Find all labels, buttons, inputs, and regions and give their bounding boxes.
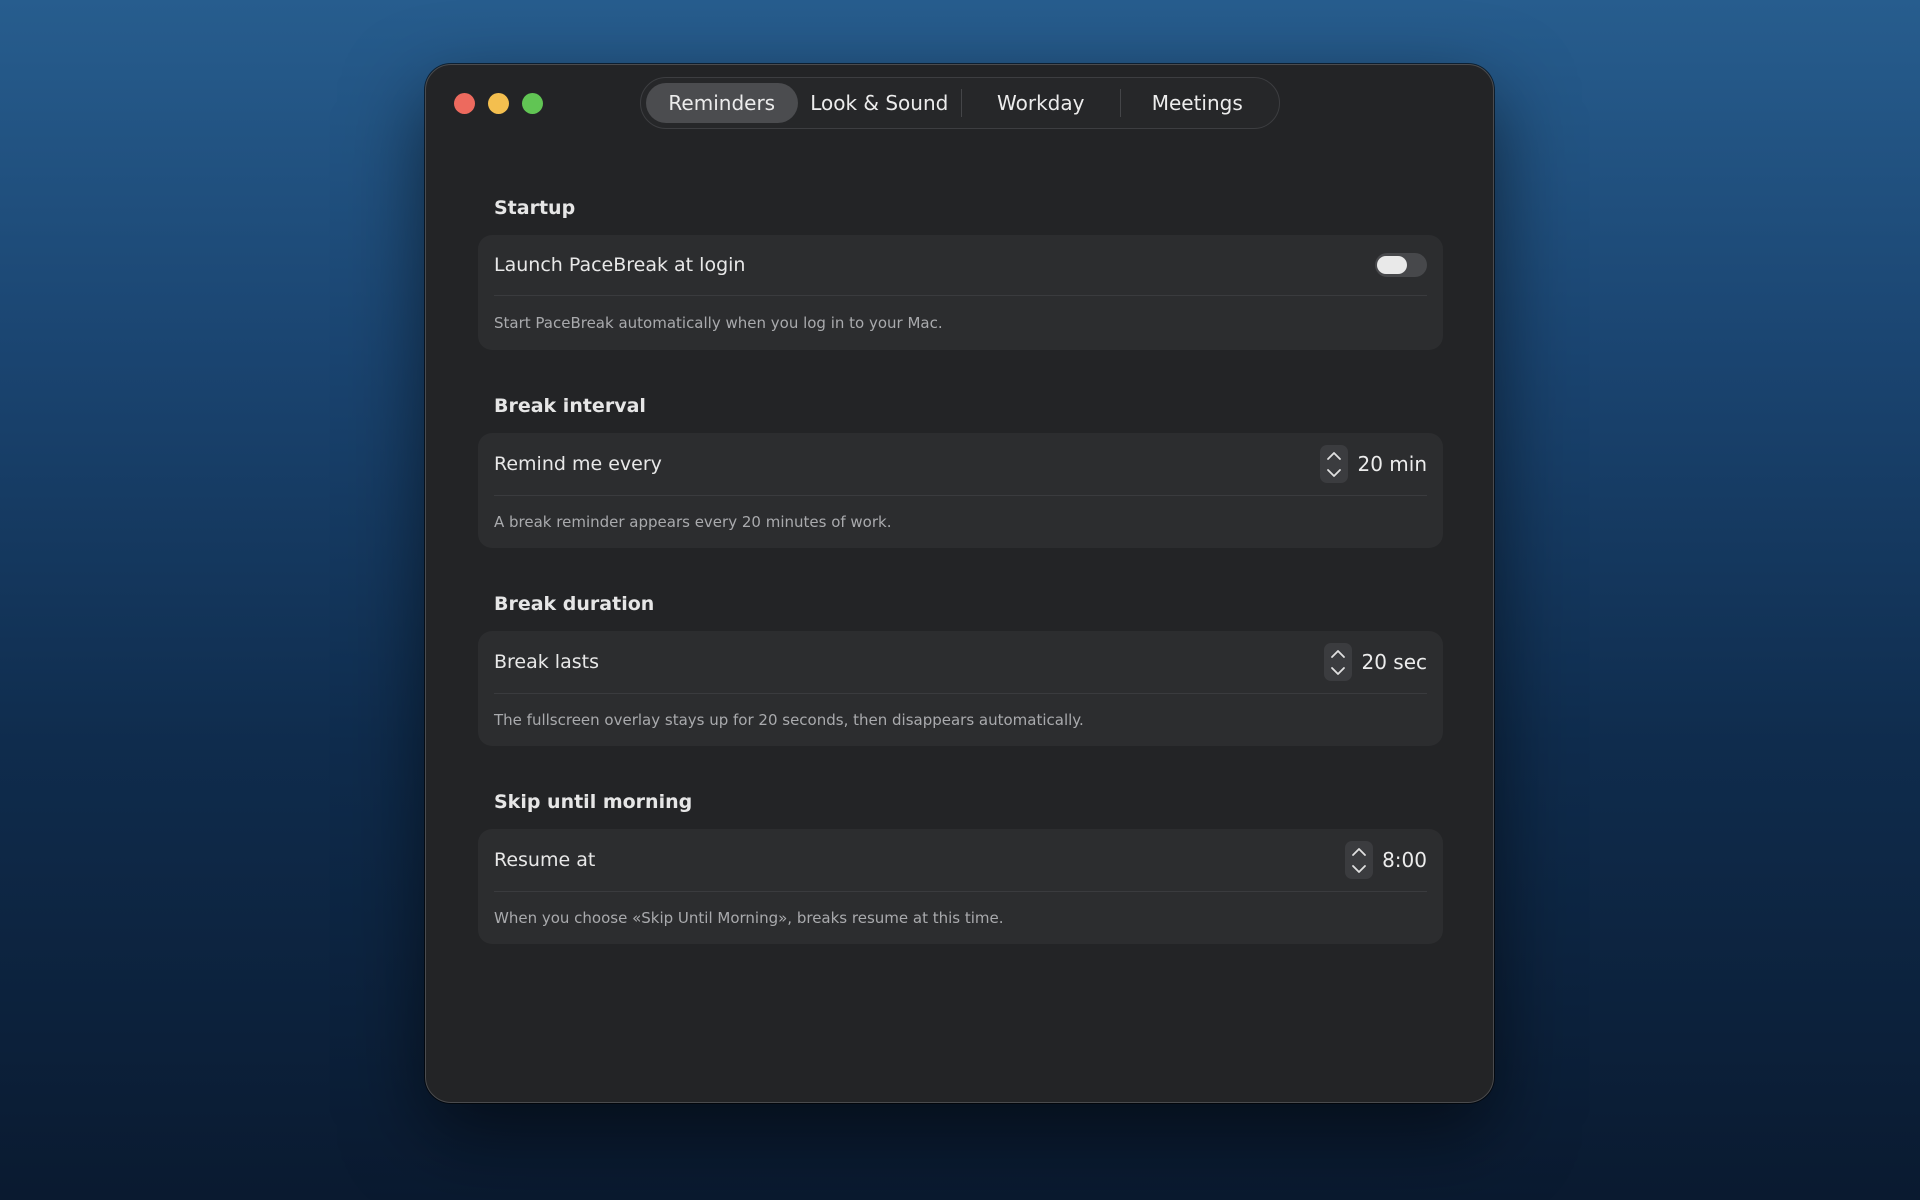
chevron-down-icon (1327, 468, 1342, 477)
duration-decrement-button[interactable] (1324, 662, 1352, 679)
settings-content: Startup Launch PaceBreak at login Start … (478, 193, 1443, 985)
chevron-down-icon (1331, 666, 1346, 675)
minimize-window-button[interactable] (488, 93, 509, 114)
tab-reminders[interactable]: Reminders (646, 83, 798, 123)
chevron-up-icon (1327, 451, 1342, 460)
row-launch-at-login: Launch PaceBreak at login (494, 235, 1427, 296)
resume-increment-button[interactable] (1345, 843, 1373, 860)
chevron-up-icon (1331, 649, 1346, 658)
card-skip-until-morning: Resume at 8:00 When you choose «Skip Unt… (478, 829, 1443, 944)
section-title-startup: Startup (494, 197, 576, 219)
launch-at-login-label: Launch PaceBreak at login (494, 254, 746, 276)
card-startup: Launch PaceBreak at login Start PaceBrea… (478, 235, 1443, 350)
resume-stepper-group: 8:00 (1345, 841, 1427, 879)
duration-value: 20 sec (1361, 650, 1427, 674)
startup-description: Start PaceBreak automatically when you l… (494, 314, 943, 332)
tab-look-and-sound[interactable]: Look & Sound (798, 83, 961, 123)
remind-every-label: Remind me every (494, 453, 662, 475)
break-lasts-label: Break lasts (494, 651, 599, 673)
toggle-knob (1377, 256, 1407, 274)
section-title-break-interval: Break interval (494, 395, 646, 417)
section-title-skip-until-morning: Skip until morning (494, 791, 693, 813)
tab-meetings[interactable]: Meetings (1121, 83, 1275, 123)
interval-stepper-group: 20 min (1320, 445, 1427, 483)
zoom-window-button[interactable] (522, 93, 543, 114)
tab-workday[interactable]: Workday (962, 83, 1120, 123)
interval-description: A break reminder appears every 20 minute… (494, 513, 892, 531)
resume-at-label: Resume at (494, 849, 596, 871)
section-break-interval: Break interval Remind me every 20 min A … (478, 391, 1443, 548)
card-break-interval: Remind me every 20 min A break reminder … (478, 433, 1443, 548)
interval-decrement-button[interactable] (1320, 464, 1348, 481)
launch-at-login-toggle[interactable] (1375, 253, 1427, 277)
duration-stepper-group: 20 sec (1324, 643, 1427, 681)
settings-window: Reminders Look & Sound Workday Meetings … (425, 64, 1494, 1103)
interval-stepper[interactable] (1320, 445, 1349, 483)
resume-time-value: 8:00 (1382, 848, 1427, 872)
resume-decrement-button[interactable] (1345, 860, 1373, 877)
row-remind-every: Remind me every 20 min (494, 433, 1427, 496)
interval-value: 20 min (1357, 452, 1427, 476)
close-window-button[interactable] (454, 93, 475, 114)
duration-stepper[interactable] (1324, 643, 1353, 681)
card-break-duration: Break lasts 20 sec The fullscreen overla… (478, 631, 1443, 746)
section-skip-until-morning: Skip until morning Resume at 8:00 When y… (478, 787, 1443, 944)
chevron-down-icon (1352, 864, 1366, 873)
row-break-lasts: Break lasts 20 sec (494, 631, 1427, 694)
interval-increment-button[interactable] (1320, 447, 1348, 464)
duration-increment-button[interactable] (1324, 645, 1352, 662)
section-title-break-duration: Break duration (494, 593, 655, 615)
row-resume-at: Resume at 8:00 (494, 829, 1427, 892)
skip-description: When you choose «Skip Until Morning», br… (494, 909, 1004, 927)
section-break-duration: Break duration Break lasts 20 sec The fu… (478, 589, 1443, 746)
chevron-up-icon (1352, 847, 1366, 856)
duration-description: The fullscreen overlay stays up for 20 s… (494, 711, 1084, 729)
tab-bar: Reminders Look & Sound Workday Meetings (640, 77, 1280, 129)
resume-time-stepper[interactable] (1345, 841, 1374, 879)
section-startup: Startup Launch PaceBreak at login Start … (478, 193, 1443, 350)
